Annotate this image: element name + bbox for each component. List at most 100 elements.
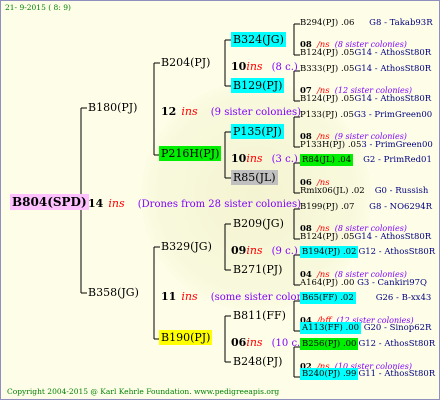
gen3-queen-code[interactable]: B324(JG) xyxy=(231,32,286,47)
gen3-queen-code[interactable]: B271(PJ) xyxy=(233,263,282,276)
gen4-inbreeding: .05 xyxy=(340,64,355,74)
gen4-queen-code[interactable]: B199(PJ) xyxy=(300,202,338,212)
gen4-top-row: B194(PJ) .02 G12 - AthosSt80R xyxy=(300,246,435,258)
gen4-inbreeding: .05 xyxy=(347,140,362,150)
gen4-line-ref: G26 - B-xx43 xyxy=(375,293,432,303)
gen4-line-ref: G3 - Cankiri97Q xyxy=(357,278,428,288)
gen1-top-inbreeding-value: 12 xyxy=(161,105,177,118)
gen4-queen-code[interactable]: B294(PJ) xyxy=(300,18,338,28)
gen4-queen-code[interactable]: B65(FF) xyxy=(302,293,338,303)
gen4-queen-code[interactable]: B240(PJ) xyxy=(302,369,340,379)
gen4-bot-row: B124(PJ) .05G14 - AthosSt80R xyxy=(300,233,431,242)
gen2-d-inbreeding-value: 06 xyxy=(231,336,247,349)
gen2-a-colonies-note: (8 c.) xyxy=(271,62,298,73)
gen4-queen-code[interactable]: B124(PJ) xyxy=(300,232,338,242)
gen4-queen-code[interactable]: R84(JL) xyxy=(302,155,335,165)
gen4-queen-code[interactable]: A113(FF) xyxy=(302,323,343,333)
gen4-bot-row: P133H(PJ) .053 - PrimGreen00 xyxy=(300,141,433,150)
gen4-top-row: B294(PJ) .06 G8 - Takab93R xyxy=(300,19,433,28)
gen2-d-ins-label: ins xyxy=(246,336,263,349)
gen1-top-inbreeding: 12 ins (9 sister colonies) xyxy=(161,102,301,118)
gen4-queen-code[interactable]: B124(PJ) xyxy=(300,48,338,58)
gen4-inbreeding: .99 xyxy=(342,369,357,379)
gen4-line-ref: 3 - PrimGreen00 xyxy=(361,140,433,150)
gen4-queen-code[interactable]: A164(PJ) xyxy=(300,278,338,288)
root-row: B804(SPD) xyxy=(10,193,89,210)
gen4-inbreeding: .02 xyxy=(340,293,354,303)
gen4-top-row: B256(PJ) .00 G12 - AthosSt80R xyxy=(300,338,435,350)
gen4-line-ref: G8 - Takab93R xyxy=(369,18,433,28)
gen4-top-row: B333(PJ) .05G14 - AthosSt80R xyxy=(300,65,431,74)
gen1-top-code[interactable]: B180(PJ) xyxy=(88,102,137,113)
gen2-b-code-row: P216H(PJ) xyxy=(159,146,222,161)
gen4-line-ref: G14 - AthosSt80R xyxy=(354,48,432,58)
gen4-bot-row: Rmix06(JL) .02 G0 - Russish xyxy=(300,187,428,196)
gen1-bottom-ins-label: ins xyxy=(181,290,198,303)
copyright-footer: Copyright 2004-2015 @ Karl Kehrle Founda… xyxy=(7,387,280,396)
gen4-bot-row: B240(PJ) .99 G11 - AthosSt80R xyxy=(300,368,436,380)
gen2-b-colonies-note: (3 c.) xyxy=(271,154,298,165)
gen2-d-code[interactable]: B190(PJ) xyxy=(159,330,213,345)
gen1-bottom-code[interactable]: B358(JG) xyxy=(88,287,139,298)
gen4-line-ref: G8 - NO6294R xyxy=(369,202,433,212)
gen4-queen-code[interactable]: B333(PJ) xyxy=(300,64,338,74)
gen4-inbreeding: .06 xyxy=(340,18,355,28)
gen2-d-code-row: B190(PJ) xyxy=(159,330,213,345)
gen4-inbreeding: .05 xyxy=(340,94,355,104)
gen3-queen-code[interactable]: B811(FF) xyxy=(233,309,286,322)
gen1-bottom-inbreeding: 11 ins (some sister colonies) xyxy=(161,287,321,303)
gen2-b-inbreeding: 10ins (3 c.) xyxy=(231,149,298,165)
root-inbreeding: 14 ins (Drones from 28 sister colonies) xyxy=(88,194,301,210)
gen4-line-ref: G0 - Russish xyxy=(374,186,429,196)
gen4-top-row: B199(PJ) .07 G8 - NO6294R xyxy=(300,203,432,212)
gen2-a-inbreeding: 10ins (8 c.) xyxy=(231,57,298,73)
gen4-queen-code[interactable]: B194(PJ) xyxy=(302,247,340,257)
gen2-d-inbreeding: 06ins (10 c.) xyxy=(231,333,304,349)
gen1-bottom-inbreeding-value: 11 xyxy=(161,290,177,303)
gen4-queen-code[interactable]: B256(PJ) xyxy=(302,339,340,349)
gen4-bot-row: A113(FF) .00 G20 - Sinop62R xyxy=(300,322,432,334)
gen2-a-inbreeding-value: 10 xyxy=(231,60,247,73)
gen4-queen-code[interactable]: B124(PJ) xyxy=(300,94,338,104)
pedigree-chart: 21- 9-2015 ( 8: 9) Copyright 2004-2015 @… xyxy=(0,0,440,400)
gen4-bot-row: B124(PJ) .05G14 - AthosSt80R xyxy=(300,95,431,104)
root-queen-code[interactable]: B804(SPD) xyxy=(10,194,89,210)
root-inbreeding-value: 14 xyxy=(88,197,104,210)
gen4-inbreeding: .02 xyxy=(342,247,357,257)
root-colonies-note: (Drones from 28 sister colonies) xyxy=(137,199,301,210)
gen2-c-ins-label: ins xyxy=(246,244,263,257)
gen4-line-ref: G14 - AthosSt80R xyxy=(354,232,432,242)
gen4-queen-code[interactable]: Rmix06(JL) xyxy=(300,186,348,196)
gen3-queen-code[interactable]: B209(JG) xyxy=(233,217,284,230)
gen2-c-inbreeding-value: 09 xyxy=(231,244,247,257)
gen4-line-ref: G20 - Sinop62R xyxy=(363,323,432,333)
gen2-b-ins-label: ins xyxy=(246,152,263,165)
gen1-top-ins-label: ins xyxy=(181,105,198,118)
gen4-line-ref: G11 - AthosSt80R xyxy=(358,369,436,379)
root-ins-label: ins xyxy=(108,197,125,210)
gen4-line-ref: G2 - PrimRed01 xyxy=(363,155,432,165)
gen2-b-code[interactable]: P216H(PJ) xyxy=(159,146,222,161)
gen4-inbreeding: .05 xyxy=(340,48,355,58)
gen3-queen-code[interactable]: R85(JL) xyxy=(231,170,278,185)
gen3-queen-code[interactable]: B129(PJ) xyxy=(231,78,285,93)
gen2-c-inbreeding: 09ins (9 c.) xyxy=(231,241,298,257)
gen1-top-colonies-note: (9 sister colonies) xyxy=(210,107,301,118)
gen4-queen-code[interactable]: P133H(PJ) xyxy=(300,140,345,150)
gen4-bot-row: B124(PJ) .05G14 - AthosSt80R xyxy=(300,49,431,58)
gen3-queen-code[interactable]: P135(PJ) xyxy=(231,124,284,139)
gen4-top-row: R84(JL) .04 G2 - PrimRed01 xyxy=(300,154,432,166)
gen2-c-code[interactable]: B329(JG) xyxy=(161,241,212,252)
gen3-queen-code[interactable]: B248(PJ) xyxy=(233,355,282,368)
gen4-queen-code[interactable]: P133(PJ) xyxy=(300,110,338,120)
gen4-bot-row: A164(PJ) .00 G3 - Cankiri97Q xyxy=(300,279,427,288)
gen2-a-code[interactable]: B204(PJ) xyxy=(161,57,210,68)
gen4-top-row: P133(PJ) .05G3 - PrimGreen00 xyxy=(300,111,432,120)
gen4-top-row: B65(FF) .02 G26 - B-xx43 xyxy=(300,292,432,304)
gen4-inbreeding: .05 xyxy=(340,232,355,242)
gen4-inbreeding: .00 xyxy=(345,323,360,333)
gen2-b-inbreeding-value: 10 xyxy=(231,152,247,165)
gen4-inbreeding: .05 xyxy=(340,110,354,120)
gen4-inbreeding: .00 xyxy=(340,278,355,288)
report-date: 21- 9-2015 ( 8: 9) xyxy=(5,3,71,12)
